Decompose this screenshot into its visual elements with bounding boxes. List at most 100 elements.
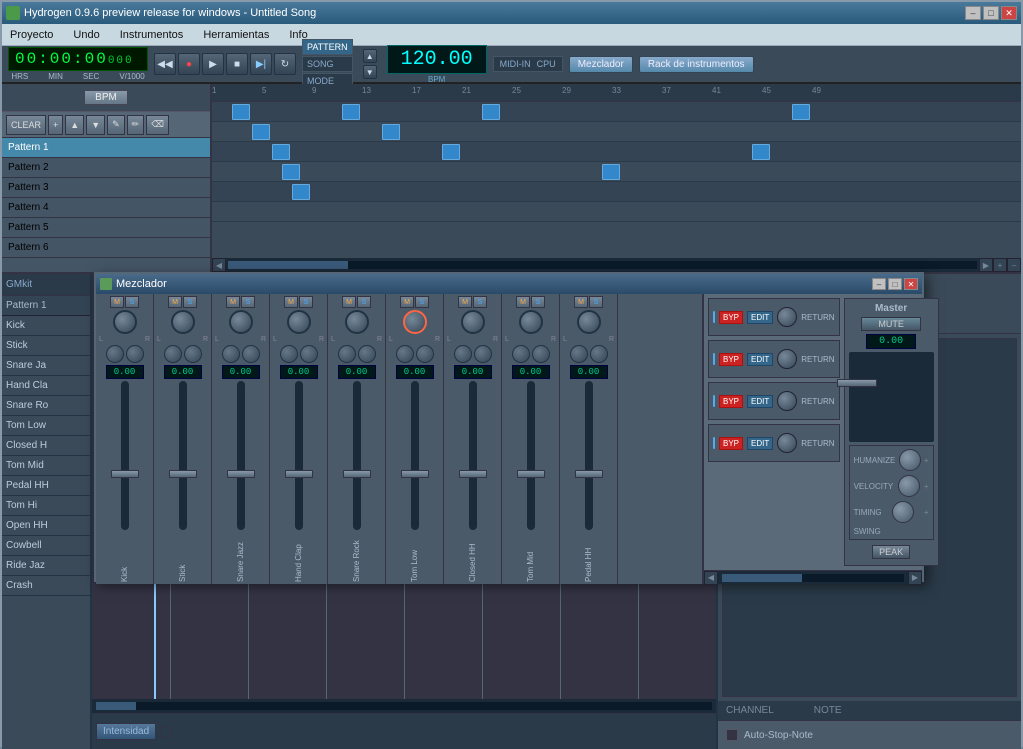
fader-track-kick[interactable]: [121, 381, 129, 530]
instrument-hand-cla[interactable]: Hand Cla: [2, 376, 90, 396]
return-knob-3[interactable]: [777, 391, 797, 411]
pan-right-knob-chh[interactable]: [474, 345, 492, 363]
pan-right-knob-kick[interactable]: [126, 345, 144, 363]
auto-stop-checkbox[interactable]: [726, 729, 738, 741]
pattern-item-4[interactable]: Pattern 4: [2, 198, 210, 218]
solo-chh-button[interactable]: S: [473, 296, 487, 308]
volume-knob-chh[interactable]: [461, 310, 485, 334]
fader-track-tl[interactable]: [411, 381, 419, 530]
instrument-cowbell[interactable]: Cowbell: [2, 536, 90, 556]
pan-right-knob-sj[interactable]: [242, 345, 260, 363]
minimize-button[interactable]: –: [965, 6, 981, 20]
mezclador-button[interactable]: Mezclador: [569, 56, 633, 73]
record-button[interactable]: ●: [178, 53, 200, 75]
master-mute-button[interactable]: MUTE: [861, 317, 921, 331]
solo-stick-button[interactable]: S: [183, 296, 197, 308]
fader-track-hc[interactable]: [295, 381, 303, 530]
edit-button-2[interactable]: EDIT: [747, 353, 773, 366]
mute-hc-button[interactable]: M: [284, 296, 298, 308]
pan-left-knob-tl[interactable]: [396, 345, 414, 363]
scroll-remove-button[interactable]: –: [1007, 258, 1021, 272]
pan-right-knob-stick[interactable]: [184, 345, 202, 363]
mute-tl-button[interactable]: M: [400, 296, 414, 308]
instrument-pedal-hh[interactable]: Pedal HH: [2, 476, 90, 496]
menu-instrumentos[interactable]: Instrumentos: [116, 27, 188, 43]
instrument-closed-h[interactable]: Closed H: [2, 436, 90, 456]
instrument-tom-hi[interactable]: Tom Hi: [2, 496, 90, 516]
loop-button[interactable]: ▶|: [250, 53, 272, 75]
pattern-mode-btn[interactable]: PATTERN: [302, 39, 353, 55]
fader-track-sj[interactable]: [237, 381, 245, 530]
add-pattern-button[interactable]: +: [48, 115, 63, 135]
grid-row-1[interactable]: [212, 102, 1021, 122]
pan-right-knob-tl[interactable]: [416, 345, 434, 363]
bpm-down-button[interactable]: ▼: [363, 65, 377, 79]
mute-sr-button[interactable]: M: [342, 296, 356, 308]
velocity-knob[interactable]: [898, 475, 920, 497]
mute-phh-button[interactable]: M: [574, 296, 588, 308]
pattern-item-1[interactable]: Pattern 1: [2, 138, 210, 158]
rewind-button[interactable]: ◀◀: [154, 53, 176, 75]
pe-scroll-thumb[interactable]: [96, 702, 136, 710]
fader-track-tm[interactable]: [527, 381, 535, 530]
byp-button-4[interactable]: BYP: [719, 437, 743, 450]
song-grid[interactable]: 1 5 9 13 17 21 25 29 33 37 41 45 49: [212, 84, 1021, 258]
fader-handle-sj[interactable]: [227, 470, 255, 478]
solo-tm-button[interactable]: S: [531, 296, 545, 308]
scroll-thumb[interactable]: [228, 261, 348, 269]
pan-left-knob-sj[interactable]: [222, 345, 240, 363]
mute-kick-button[interactable]: M: [110, 296, 124, 308]
volume-knob-hc[interactable]: [287, 310, 311, 334]
remove-pattern-button[interactable]: ▲: [65, 115, 84, 135]
pan-left-knob-phh[interactable]: [570, 345, 588, 363]
intensity-knob[interactable]: [160, 726, 172, 738]
scroll-left-button[interactable]: ◀: [212, 258, 226, 272]
select-tool-button[interactable]: ✏: [127, 115, 145, 135]
erase-tool-button[interactable]: ⌫: [146, 115, 169, 135]
pan-left-knob-chh[interactable]: [454, 345, 472, 363]
pan-left-knob-tm[interactable]: [512, 345, 530, 363]
fader-handle-sr[interactable]: [343, 470, 371, 478]
solo-phh-button[interactable]: S: [589, 296, 603, 308]
solo-kick-button[interactable]: S: [125, 296, 139, 308]
menu-herramientas[interactable]: Herramientas: [199, 27, 273, 43]
scroll-add-button[interactable]: +: [993, 258, 1007, 272]
pan-right-knob-hc[interactable]: [300, 345, 318, 363]
volume-knob-sj[interactable]: [229, 310, 253, 334]
mixer-scroll-right[interactable]: ▶: [908, 571, 922, 585]
return-knob-1[interactable]: [777, 307, 797, 327]
solo-tl-button[interactable]: S: [415, 296, 429, 308]
timing-knob[interactable]: [892, 501, 914, 523]
instrument-open-hh[interactable]: Open HH: [2, 516, 90, 536]
intensity-button[interactable]: Intensidad: [96, 723, 156, 740]
grid-row-4[interactable]: [212, 162, 1021, 182]
pattern-item-5[interactable]: Pattern 5: [2, 218, 210, 238]
instrument-tom-mid[interactable]: Tom Mid: [2, 456, 90, 476]
volume-knob-kick[interactable]: [113, 310, 137, 334]
grid-row-6[interactable]: [212, 202, 1021, 222]
instrument-kick[interactable]: Kick: [2, 316, 90, 336]
instrument-snare-ja[interactable]: Snare Ja: [2, 356, 90, 376]
fader-track-sr[interactable]: [353, 381, 361, 530]
humanize-knob[interactable]: [899, 449, 921, 471]
repeat-button[interactable]: ↻: [274, 53, 296, 75]
clear-button[interactable]: CLEAR: [6, 115, 46, 135]
scroll-track[interactable]: [228, 261, 977, 269]
stop-button[interactable]: ■: [226, 53, 248, 75]
volume-knob-phh[interactable]: [577, 310, 601, 334]
maximize-button[interactable]: □: [983, 6, 999, 20]
pattern-item-6[interactable]: Pattern 6: [2, 238, 210, 258]
scroll-right-button[interactable]: ▶: [979, 258, 993, 272]
grid-row-5[interactable]: [212, 182, 1021, 202]
pan-left-knob-stick[interactable]: [164, 345, 182, 363]
pan-left-knob-kick[interactable]: [106, 345, 124, 363]
rack-instrumentos-button[interactable]: Rack de instrumentos: [639, 56, 754, 73]
volume-knob-tm[interactable]: [519, 310, 543, 334]
fader-handle-chh[interactable]: [459, 470, 487, 478]
edit-button-1[interactable]: EDIT: [747, 311, 773, 324]
fader-track-chh[interactable]: [469, 381, 477, 530]
byp-button-1[interactable]: BYP: [719, 311, 743, 324]
mixer-scroll-thumb[interactable]: [722, 574, 802, 582]
volume-knob-tl[interactable]: [403, 310, 427, 334]
pattern-item-3[interactable]: Pattern 3: [2, 178, 210, 198]
